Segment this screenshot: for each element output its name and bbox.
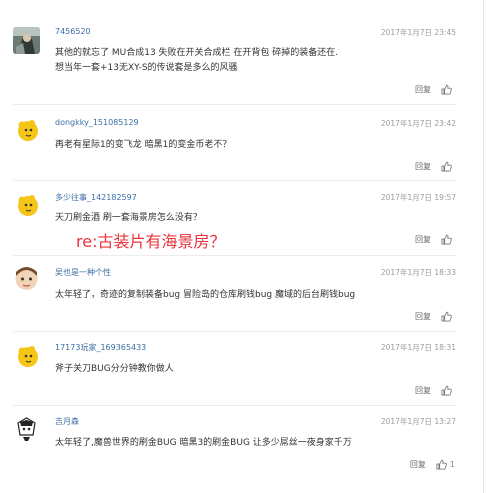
like-count: 1 bbox=[449, 460, 455, 469]
avatar[interactable] bbox=[13, 191, 40, 218]
comment-text-line: 太年轻了,魔兽世界的刷金BUG 暗黑3的刷金BUG 让多少屌丝一夜身家千万 bbox=[55, 438, 352, 448]
comment-text: 其他的就忘了 MU合成13 失败在开关合成栏 在开背包 碎掉的装备还在. 想当年… bbox=[55, 46, 338, 76]
avatar[interactable] bbox=[13, 116, 40, 143]
avatar[interactable] bbox=[13, 266, 40, 293]
comment-text: 斧子关刀BUG分分钟教你做人 bbox=[55, 362, 174, 377]
comment-actions: 回复 bbox=[415, 161, 455, 172]
comment-username[interactable]: 7456520 bbox=[55, 27, 91, 36]
comment-actions: 回复 bbox=[415, 84, 455, 95]
comment-username[interactable]: 多少往事_142182597 bbox=[55, 192, 137, 203]
comment-actions: 回复 bbox=[415, 385, 455, 396]
avatar[interactable] bbox=[13, 27, 40, 54]
comment-time: 2017年1月7日 23:45 bbox=[380, 28, 456, 37]
comment-text: 天刀刷金酒 刷一套海景房怎么没有？ bbox=[55, 211, 202, 226]
comment-text-line: 斧子关刀BUG分分钟教你做人 bbox=[55, 364, 174, 374]
comment-text-line: 想当年一套+13无XY-S的传说套是多么的风骚 bbox=[55, 63, 238, 73]
comment-text: 太年轻了，奇迹的复制装备bug 冒险岛的仓库刷钱bug 魔域的后台刷钱bug bbox=[55, 288, 355, 303]
reply-button[interactable]: 回复 bbox=[410, 459, 426, 470]
comment-actions: 回复 bbox=[415, 234, 455, 245]
comment-actions: 回复 1 bbox=[410, 459, 455, 470]
comment-text: 太年轻了,魔兽世界的刷金BUG 暗黑3的刷金BUG 让多少屌丝一夜身家千万 bbox=[55, 436, 352, 451]
comment-text-line: 其他的就忘了 MU合成13 失败在开关合成栏 在开背包 碎掉的装备还在. bbox=[55, 48, 339, 58]
red-annotation-text: re:古装片有海景房？ bbox=[76, 232, 226, 251]
comment-time: 2017年1月7日 13:27 bbox=[380, 417, 456, 426]
reply-button[interactable]: 回复 bbox=[415, 385, 431, 396]
comment-username[interactable]: 吉月森 bbox=[55, 416, 79, 427]
right-divider bbox=[483, 0, 484, 493]
comment-actions: 回复 bbox=[415, 311, 455, 322]
comment-username[interactable]: 吴也是一种个性 bbox=[55, 267, 111, 278]
thumbs-up-icon[interactable] bbox=[441, 161, 452, 172]
thumbs-up-icon[interactable] bbox=[441, 84, 452, 95]
thumbs-up-icon[interactable] bbox=[436, 459, 447, 470]
thumbs-up-icon[interactable] bbox=[441, 385, 452, 396]
comment-divider bbox=[13, 405, 456, 406]
comment-time: 2017年1月7日 18:33 bbox=[380, 268, 456, 277]
comment-text-line: 太年轻了，奇迹的复制装备bug 冒险岛的仓库刷钱bug 魔域的后台刷钱bug bbox=[55, 290, 356, 300]
reply-button[interactable]: 回复 bbox=[415, 84, 431, 95]
avatar[interactable] bbox=[13, 415, 40, 442]
thumbs-up-icon[interactable] bbox=[441, 311, 452, 322]
comment-divider bbox=[13, 331, 456, 332]
comment-time: 2017年1月7日 18:31 bbox=[380, 343, 456, 352]
comment-time: 2017年1月7日 19:57 bbox=[380, 193, 456, 202]
comment-divider bbox=[13, 104, 456, 105]
comment-username[interactable]: dongkky_151085129 bbox=[55, 118, 139, 127]
comment-text: 再老有星际1的变飞龙 暗黑1的变金币老不？ bbox=[55, 138, 231, 153]
comment-text-line: 天刀刷金酒 刷一套海景房怎么没有？ bbox=[55, 213, 202, 223]
comment-divider bbox=[13, 180, 456, 181]
reply-button[interactable]: 回复 bbox=[415, 161, 431, 172]
comment-text-line: 再老有星际1的变飞龙 暗黑1的变金币老不？ bbox=[55, 140, 232, 150]
avatar[interactable] bbox=[13, 342, 40, 369]
thumbs-up-icon[interactable] bbox=[441, 234, 452, 245]
comment-divider bbox=[13, 255, 456, 256]
reply-button[interactable]: 回复 bbox=[415, 311, 431, 322]
reply-button[interactable]: 回复 bbox=[415, 234, 431, 245]
comment-time: 2017年1月7日 23:42 bbox=[380, 119, 456, 128]
comment-username[interactable]: 17173玩家_169365433 bbox=[55, 342, 146, 353]
